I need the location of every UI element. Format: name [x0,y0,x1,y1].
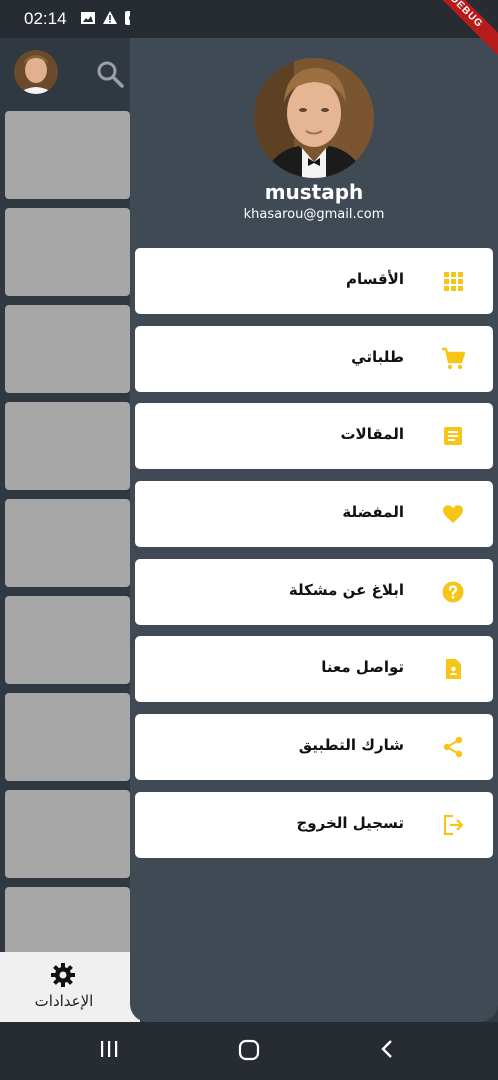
navigation-drawer: DEBUG mustaph khasarou@gmail.com الأقسام [130,0,498,1022]
category-tile[interactable] [5,790,130,878]
category-tile[interactable] [5,305,130,393]
drawer-item-label: المفضلة [342,503,404,521]
drawer-item-articles[interactable]: المقالات [135,403,493,469]
logout-icon [443,814,464,836]
back-icon[interactable] [377,1038,399,1060]
drawer-item-categories[interactable]: الأقسام [135,248,493,314]
avatar[interactable] [14,50,58,94]
warning-icon [103,11,117,24]
system-navigation-bar [0,1022,498,1080]
drawer-item-label: ابلاغ عن مشكلة [288,581,404,599]
help-icon [442,581,464,603]
category-tile[interactable] [5,208,130,296]
drawer-item-logout[interactable]: تسجيل الخروج [135,792,493,858]
apps-grid-icon [444,272,463,291]
drawer-item-label: تسجيل الخروج [296,814,405,832]
drawer-item-favorites[interactable]: المفضلة [135,481,493,547]
drawer-item-label: شارك التطبيق [298,736,404,754]
category-tile[interactable] [5,596,130,684]
image-icon [81,12,95,24]
profile-photo[interactable] [254,58,374,178]
drawer-item-share-app[interactable]: شارك التطبيق [135,714,493,780]
status-time: 02:14 [24,9,67,28]
drawer-status-area [130,0,498,38]
search-icon[interactable] [96,60,124,88]
drawer-item-label: تواصل معنا [321,658,404,676]
drawer-item-label: طلباتي [351,348,404,366]
bottom-navigation: الإعدادات [0,952,140,1022]
recent-apps-icon[interactable] [98,1038,120,1060]
user-email: khasarou@gmail.com [243,207,385,222]
contact-icon [446,659,461,679]
category-tile[interactable] [5,693,130,781]
category-tile[interactable] [5,111,130,199]
share-icon [443,736,463,758]
gear-icon [51,963,75,987]
category-tile[interactable] [5,402,130,490]
shopping-cart-icon [442,347,465,370]
drawer-item-contact-us[interactable]: تواصل معنا [135,636,493,702]
background-app-bar [0,38,140,106]
drawer-item-label: المقالات [340,425,404,443]
article-icon [444,427,462,445]
user-name: mustaph [264,180,364,204]
category-tile[interactable] [5,499,130,587]
drawer-item-report-problem[interactable]: ابلاغ عن مشكلة [135,559,493,625]
drawer-item-orders[interactable]: طلباتي [135,326,493,392]
drawer-item-label: الأقسام [345,270,404,288]
heart-icon [443,505,463,523]
settings-label: الإعدادات [34,992,94,1010]
home-icon[interactable] [237,1038,261,1062]
